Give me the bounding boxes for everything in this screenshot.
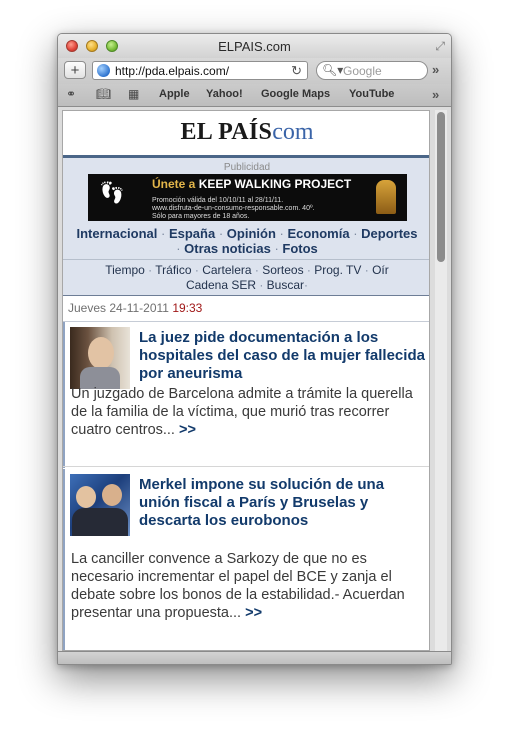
ad-label: Publicidad [223, 162, 271, 173]
bookmark-google-maps[interactable]: Google Maps [261, 88, 330, 100]
ad-headline: Únete a KEEP WALKING PROJECT [152, 177, 352, 191]
article-summary: La canciller convence a Sarkozy de que n… [71, 551, 405, 621]
browser-toolbar: + http://pda.elpais.com/ ↻ 🔍︎▾ Google » [58, 58, 451, 84]
search-icon[interactable]: 🔍︎▾ [322, 63, 343, 77]
util-link-prog-tv[interactable]: Prog. TV [314, 263, 361, 277]
nav-link-fotos[interactable]: Fotos [282, 241, 317, 256]
ad-line: www.disfruta-de-un-consumo-responsable.c… [152, 205, 315, 212]
util-link-trafico[interactable]: Tráfico [155, 263, 191, 277]
date-text: Jueves 24-11-2011 [68, 301, 169, 315]
search-field[interactable]: 🔍︎▾ Google [316, 61, 428, 80]
util-link-cadena-ser[interactable]: Cadena SER [186, 278, 256, 292]
reading-list-icon[interactable]: ⚭ [66, 87, 76, 101]
web-content: EL PAÍScom Publicidad 👣︎ Únete a KEEP WA… [62, 110, 430, 651]
url-text[interactable]: http://pda.elpais.com/ [115, 64, 229, 78]
add-bookmark-button[interactable]: + [64, 61, 86, 79]
article-divider [63, 466, 429, 467]
article-photo[interactable] [70, 474, 130, 536]
util-link-sorteos[interactable]: Sorteos [262, 263, 303, 277]
address-bar[interactable]: http://pda.elpais.com/ ↻ [92, 61, 308, 80]
fullscreen-icon[interactable]: ⤢ [435, 39, 445, 54]
util-link-tiempo[interactable]: Tiempo [105, 263, 145, 277]
utilities-nav: Tiempo · Tráfico · Cartelera · Sorteos ·… [105, 263, 389, 292]
article-headline[interactable]: La juez pide documentación a los hospita… [139, 329, 429, 383]
news-article[interactable]: Merkel impone su solución de una unión f… [63, 469, 429, 650]
nav-link-deportes[interactable]: Deportes [361, 226, 417, 241]
nav-divider [63, 259, 429, 260]
advertisement-banner[interactable]: 👣︎ Únete a KEEP WALKING PROJECT Promoció… [88, 174, 407, 221]
ad-line: Sólo para mayores de 18 años. [152, 213, 250, 220]
read-more-link[interactable]: >> [179, 422, 196, 438]
top-sites-grid-icon[interactable]: ▦ [128, 87, 139, 101]
bookmark-youtube[interactable]: YouTube [349, 88, 394, 100]
reload-icon[interactable]: ↻ [291, 63, 302, 79]
time-text: 19:33 [172, 301, 203, 315]
util-link-buscar[interactable]: Buscar [267, 278, 304, 292]
footprints-icon: 👣︎ [98, 180, 126, 205]
article-photo[interactable] [70, 327, 130, 389]
nav-link-economia[interactable]: Economía [287, 226, 349, 241]
globe-icon [97, 64, 110, 77]
nav-link-espana[interactable]: España [169, 226, 215, 241]
striding-man-logo [376, 180, 396, 214]
ad-line: Promoción válida del 10/10/11 al 28/11/1… [152, 197, 284, 204]
dateline: Jueves 24-11-2011 19:33 [63, 295, 429, 322]
bookmarks-bar: ⚭ 📖︎ ▦ Apple Yahoo! Google Maps YouTube … [58, 84, 451, 107]
util-link-cartelera[interactable]: Cartelera [202, 263, 251, 277]
browser-window: ELPAIS.com ⤢ + http://pda.elpais.com/ ↻ … [57, 33, 452, 665]
bookmarks-overflow-icon[interactable]: » [432, 87, 439, 102]
article-headline[interactable]: Merkel impone su solución de una unión f… [139, 476, 429, 530]
title-bar: ELPAIS.com ⤢ [58, 34, 451, 58]
toolbar-overflow-icon[interactable]: » [432, 62, 439, 77]
nav-link-opinion[interactable]: Opinión [227, 226, 276, 241]
bookmarks-book-icon[interactable]: 📖︎ [96, 87, 111, 101]
news-article[interactable]: La juez pide documentación a los hospita… [63, 322, 429, 468]
bookmark-apple[interactable]: Apple [159, 88, 190, 100]
site-logo[interactable]: EL PAÍScom [63, 119, 429, 146]
scrollbar-thumb[interactable] [437, 112, 445, 262]
article-summary: Un juzgado de Barcelona admite a trámite… [71, 386, 413, 438]
window-title: ELPAIS.com [218, 39, 291, 54]
nav-link-internacional[interactable]: Internacional [76, 226, 157, 241]
sections-nav: Internacional · España · Opinión · Econo… [76, 226, 418, 256]
nav-link-otras-noticias[interactable]: Otras noticias [184, 241, 271, 256]
read-more-link[interactable]: >> [245, 605, 262, 621]
search-placeholder: Google [343, 64, 382, 78]
bookmark-yahoo[interactable]: Yahoo! [206, 88, 243, 100]
util-link-oir[interactable]: Oír [372, 263, 389, 277]
status-bar [58, 651, 451, 664]
